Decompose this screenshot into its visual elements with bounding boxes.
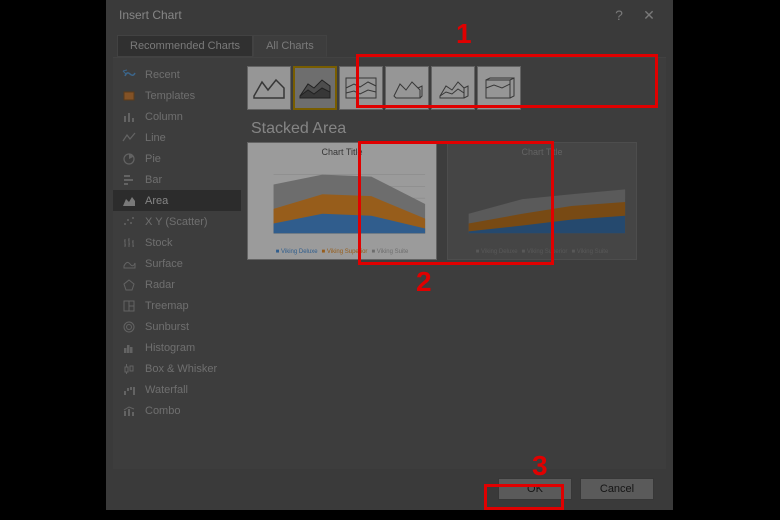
area-icon [121,193,137,209]
sidebar-item-surface[interactable]: Surface [113,253,241,274]
bar-icon [121,172,137,188]
chart-type-row [243,62,664,114]
preview-title: Chart Title [454,147,630,157]
pie-icon [121,151,137,167]
chart-previews: Chart Title Viking Deluxe Viking [243,142,664,260]
tab-recommended-charts[interactable]: Recommended Charts [117,35,253,57]
sidebar-item-label: Area [145,195,168,207]
sidebar-item-label: Templates [145,90,195,102]
treemap-icon [121,298,137,314]
chart-subtype-title: Stacked Area [251,120,664,138]
sidebar-item-line[interactable]: Line [113,127,241,148]
sidebar-item-label: X Y (Scatter) [145,216,208,228]
sidebar-item-xy-scatter[interactable]: X Y (Scatter) [113,211,241,232]
ok-button[interactable]: OK [498,478,572,500]
sidebar-item-stock[interactable]: Stock [113,232,241,253]
sidebar-item-label: Combo [145,405,180,417]
sidebar-item-templates[interactable]: Templates [113,85,241,106]
sidebar-item-label: Waterfall [145,384,188,396]
help-button[interactable]: ? [604,4,634,26]
sidebar-item-histogram[interactable]: Histogram [113,337,241,358]
sidebar-item-sunburst[interactable]: Sunburst [113,316,241,337]
sidebar-item-area[interactable]: Area [113,190,241,211]
line-icon [121,130,137,146]
sunburst-icon [121,319,137,335]
dialog-title: Insert Chart [119,8,182,22]
sidebar-item-bar[interactable]: Bar [113,169,241,190]
sidebar-item-label: Recent [145,69,180,81]
preview-legend: Viking Deluxe Viking Superior Viking Sui… [254,249,430,255]
chart-type-3d-area[interactable] [385,66,429,110]
chart-type-area[interactable] [247,66,291,110]
chart-category-sidebar: Recent Templates Column Line Pie Bar [113,58,241,469]
sidebar-item-label: Treemap [145,300,189,312]
sidebar-item-label: Line [145,132,166,144]
sidebar-item-label: Surface [145,258,183,270]
sidebar-item-box-whisker[interactable]: Box & Whisker [113,358,241,379]
sidebar-item-label: Stock [145,237,173,249]
sidebar-item-pie[interactable]: Pie [113,148,241,169]
tab-all-charts[interactable]: All Charts [253,35,327,57]
insert-chart-dialog: Insert Chart ? ✕ Recommended Charts All … [106,0,673,510]
tab-bar: Recommended Charts All Charts [107,35,672,57]
sidebar-item-combo[interactable]: Combo [113,400,241,421]
chart-type-3d-stacked-area[interactable] [431,66,475,110]
chart-type-stacked-area[interactable] [293,66,337,110]
sidebar-item-treemap[interactable]: Treemap [113,295,241,316]
scatter-icon [121,214,137,230]
column-icon [121,109,137,125]
sidebar-item-label: Radar [145,279,175,291]
sidebar-item-label: Column [145,111,183,123]
stock-icon [121,235,137,251]
recent-icon [121,67,137,83]
sidebar-item-recent[interactable]: Recent [113,64,241,85]
preview-title: Chart Title [254,147,430,157]
close-button[interactable]: ✕ [634,4,664,26]
surface-icon [121,256,137,272]
content-area: Recent Templates Column Line Pie Bar [113,57,666,469]
sidebar-item-label: Histogram [145,342,195,354]
sidebar-item-label: Sunburst [145,321,189,333]
sidebar-item-label: Pie [145,153,161,165]
waterfall-icon [121,382,137,398]
preview-legend: Viking Deluxe Viking Superior Viking Sui… [454,249,630,255]
chart-type-percent-stacked-area[interactable] [339,66,383,110]
preview-chart-icon [454,159,630,249]
combo-icon [121,403,137,419]
sidebar-item-label: Box & Whisker [145,363,217,375]
sidebar-item-radar[interactable]: Radar [113,274,241,295]
radar-icon [121,277,137,293]
titlebar: Insert Chart ? ✕ [107,1,672,29]
chart-preview-2[interactable]: Chart Title Viking Deluxe Viking Superio… [447,142,637,260]
cancel-button[interactable]: Cancel [580,478,654,500]
chart-preview-1[interactable]: Chart Title Viking Deluxe Viking [247,142,437,260]
sidebar-item-label: Bar [145,174,162,186]
dialog-footer: OK Cancel [107,469,672,509]
preview-chart-icon [254,159,430,249]
sidebar-item-column[interactable]: Column [113,106,241,127]
chart-type-3d-percent-stacked-area[interactable] [477,66,521,110]
main-panel: Stacked Area Chart Title [241,58,666,469]
histogram-icon [121,340,137,356]
box-whisker-icon [121,361,137,377]
templates-icon [121,88,137,104]
sidebar-item-waterfall[interactable]: Waterfall [113,379,241,400]
